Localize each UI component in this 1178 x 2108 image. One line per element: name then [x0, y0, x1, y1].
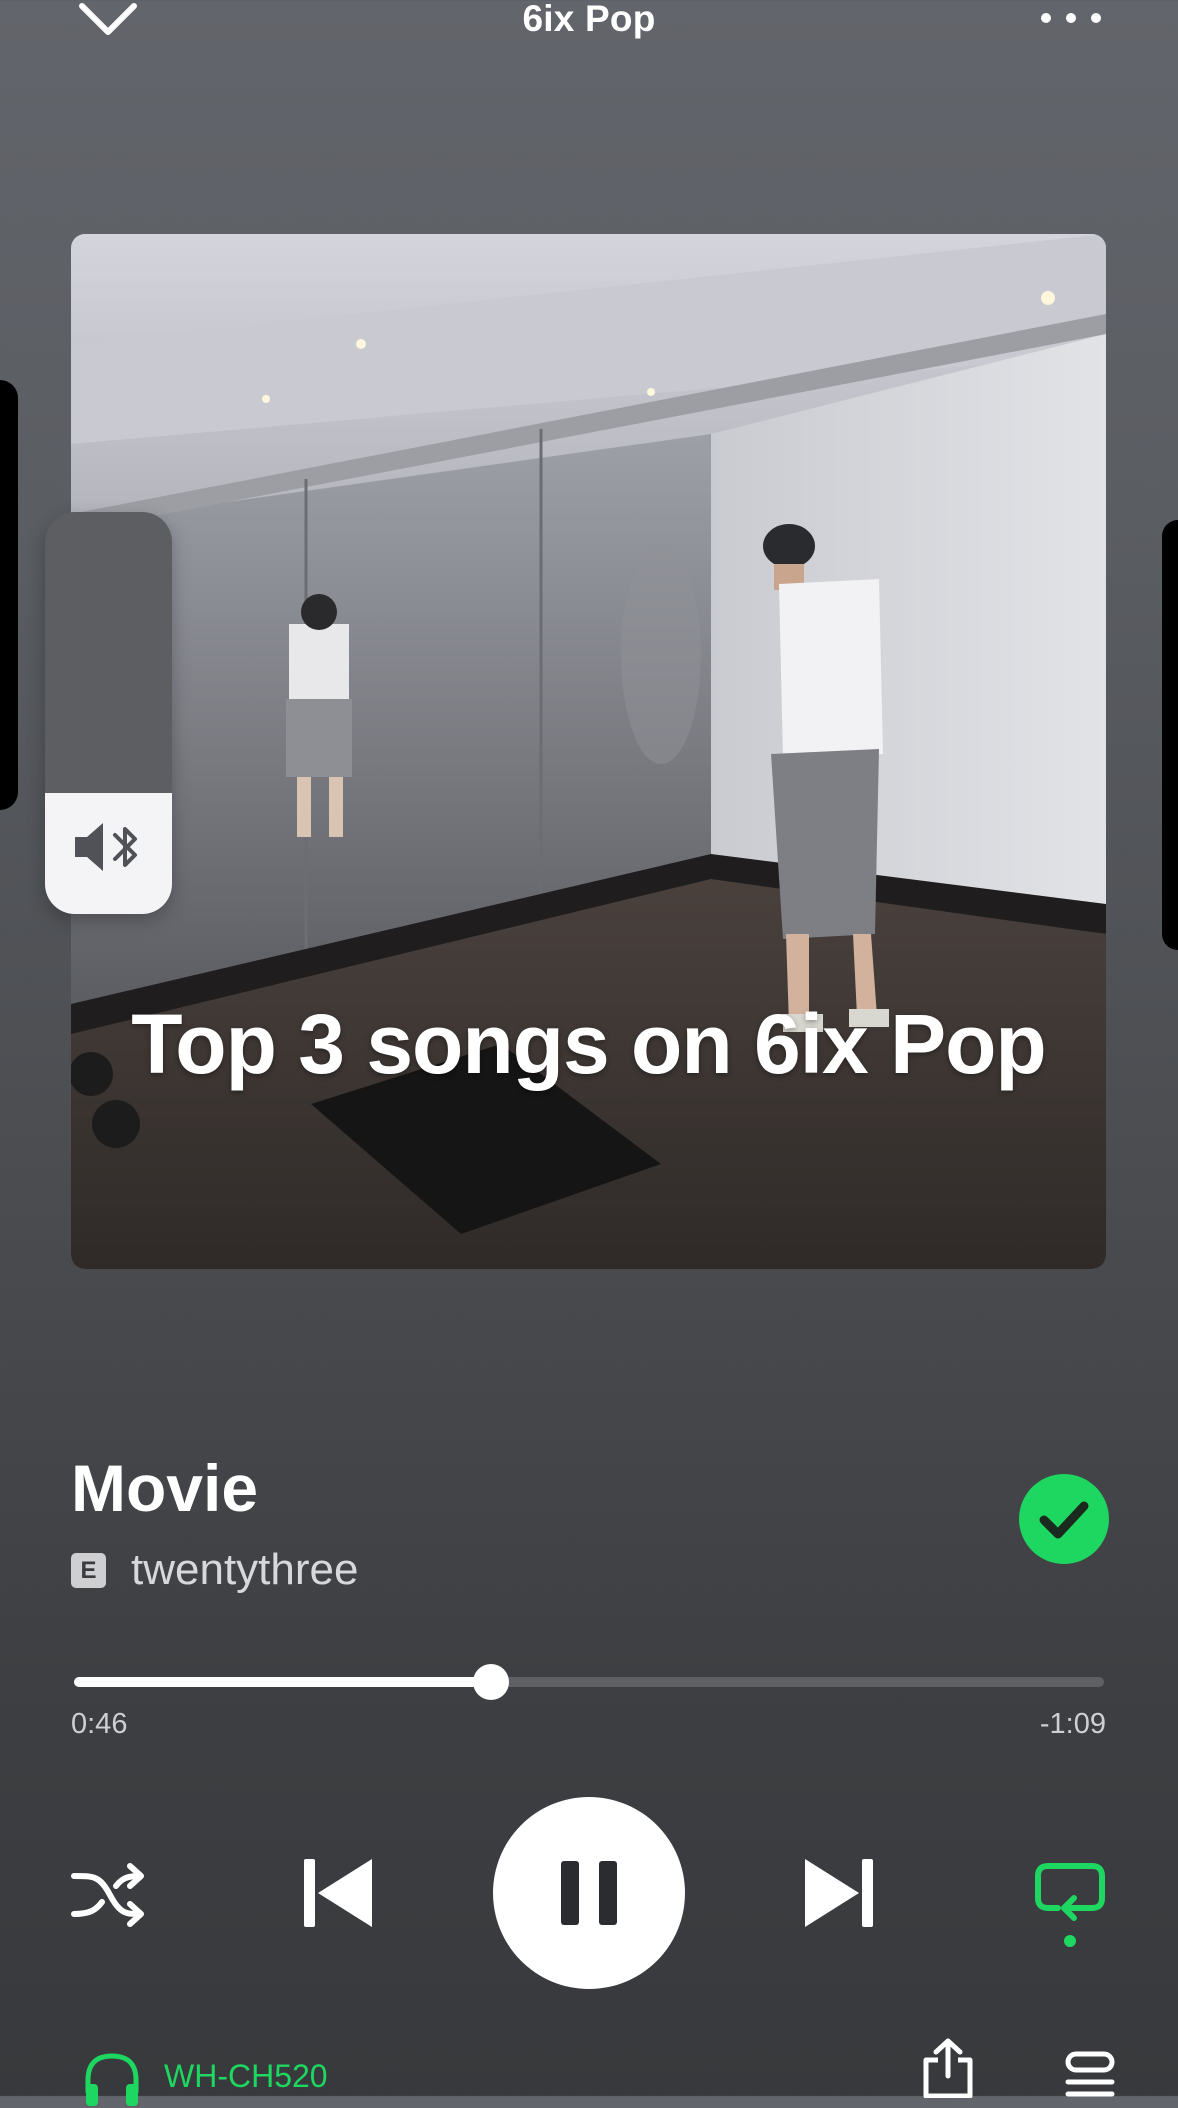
more-horizontal-icon — [1041, 13, 1101, 23]
time-elapsed: 0:46 — [71, 1708, 128, 1740]
speaker-bluetooth-icon — [75, 823, 137, 871]
explicit-badge: E — [71, 1553, 106, 1588]
skip-next-icon — [805, 1859, 873, 1927]
play-pause-button[interactable] — [493, 1797, 685, 1989]
headphones-icon — [85, 2053, 139, 2106]
artist-name[interactable]: twentythree — [131, 1545, 358, 1595]
queue-icon — [1065, 2051, 1115, 2097]
device-name: WH-CH520 — [164, 2058, 328, 2094]
check-icon — [1039, 1501, 1089, 1539]
artwork-photo — [71, 234, 1106, 1269]
repeat-button[interactable] — [1032, 1860, 1108, 1950]
shuffle-icon — [71, 1863, 144, 1927]
artwork-caption: Top 3 songs on 6ix Pop — [131, 997, 1047, 1091]
share-button[interactable] — [920, 2038, 976, 2099]
time-remaining: -1:09 — [1039, 1708, 1106, 1740]
progress-thumb[interactable] — [473, 1664, 510, 1700]
repeat-icon — [1035, 1863, 1105, 1947]
shuffle-button[interactable] — [70, 1862, 146, 1928]
more-options-button[interactable] — [1036, 0, 1106, 38]
repeat-active-dot — [1064, 1935, 1076, 1947]
track-title[interactable]: Movie — [71, 1450, 258, 1526]
device-edge-left — [0, 380, 18, 810]
device-edge-right — [1162, 520, 1178, 950]
progress-fill — [74, 1677, 492, 1687]
share-icon — [923, 2038, 973, 2099]
pause-icon — [561, 1861, 617, 1925]
skip-previous-icon — [304, 1859, 372, 1927]
playback-progress-bar[interactable] — [74, 1664, 1104, 1700]
playlist-title: 6ix Pop — [522, 0, 656, 39]
next-track-button[interactable] — [801, 1855, 877, 1931]
volume-slider[interactable] — [45, 512, 172, 914]
queue-button[interactable] — [1062, 2050, 1118, 2100]
liked-button[interactable] — [1019, 1474, 1109, 1564]
album-artwork: Top 3 songs on 6ix Pop — [71, 234, 1106, 1269]
previous-track-button[interactable] — [300, 1855, 376, 1931]
